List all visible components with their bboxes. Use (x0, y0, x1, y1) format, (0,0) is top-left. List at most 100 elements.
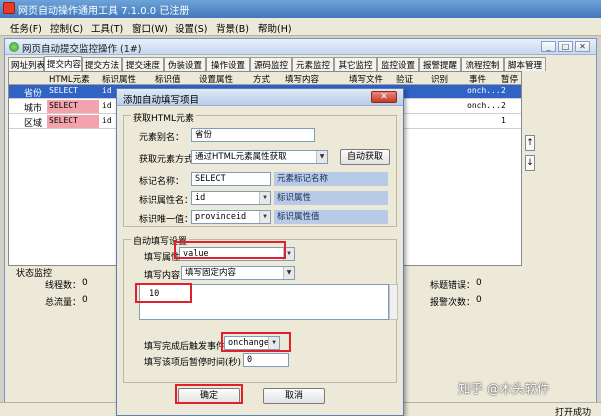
app-title: 网页自动操作通用工具 7.1.0.0 已注册 (18, 6, 190, 17)
ident-attr-hint: 标识属性 (274, 191, 388, 205)
col-recognize[interactable]: 识别 (431, 73, 448, 85)
trigger-event-value: onchange (228, 338, 269, 348)
menu-background[interactable]: 背景(B) (216, 21, 249, 35)
col-event[interactable]: 事件 (469, 73, 486, 85)
col-verify[interactable]: 验证 (396, 73, 413, 85)
cell-element: SELECT (49, 101, 78, 110)
minimize-icon[interactable]: _ (541, 41, 556, 52)
textarea-scrollbar[interactable] (389, 284, 398, 320)
tab-disguise[interactable]: 伪装设置 (164, 57, 206, 71)
trigger-event-label: 填写完成后触发事件 (144, 342, 226, 352)
tag-name-label: 标记名称： (139, 177, 185, 187)
dialog-title: 添加自动填写项目 (123, 95, 200, 106)
fill-content-textarea[interactable]: 10 (139, 284, 389, 320)
dialog-titlebar: 添加自动填写项目 (117, 89, 403, 106)
unique-value-select[interactable]: provinceid ▼ (191, 210, 271, 224)
menu-tools[interactable]: 工具(T) (91, 21, 123, 35)
unique-value-value: provinceid (195, 212, 247, 222)
alias-input[interactable]: 省份 (191, 128, 315, 142)
cell-attr: id (102, 86, 112, 95)
move-down-button[interactable]: ↓ (525, 155, 535, 171)
fill-settings-group-title: 自动填写设置 (131, 234, 190, 247)
cell-element: SELECT (49, 116, 78, 125)
tab-flow-control[interactable]: 流程控制 (461, 57, 504, 71)
ident-attr-label: 标识属性名： (139, 196, 194, 206)
cell-pause: 2 (501, 86, 506, 95)
alias-label: 元素别名： (139, 133, 185, 143)
menu-help[interactable]: 帮助(H) (258, 21, 292, 35)
add-autofill-dialog: 添加自动填写项目 ✕ 获取HTML元素 元素别名： 省份 获取元素方式 通过HT… (116, 88, 404, 416)
col-ident-attr[interactable]: 标识属性 (102, 73, 136, 85)
method-select[interactable]: 通过HTML元素属性获取 ▼ (191, 150, 328, 164)
tab-monitor-settings[interactable]: 监控设置 (377, 57, 419, 71)
col-fill-file[interactable]: 填写文件 (349, 73, 383, 85)
app-titlebar: 网页自动操作通用工具 7.1.0.0 已注册 (0, 0, 601, 18)
inner-titlebar: 网页自动提交监控操作 (1#) _ □ ✕ (5, 39, 596, 55)
move-up-button[interactable]: ↑ (525, 135, 535, 151)
col-fill-content[interactable]: 填写内容 (285, 73, 319, 85)
row-label: 城市 (24, 104, 43, 114)
tab-operation[interactable]: 操作设置 (206, 57, 250, 71)
tab-other-monitor[interactable]: 其它监控 (334, 57, 377, 71)
col-ident-value[interactable]: 标识值 (155, 73, 181, 85)
ident-attr-value: id (195, 193, 206, 203)
auto-get-button[interactable]: 自动获取 (340, 149, 390, 165)
menu-control[interactable]: 控制(C) (50, 21, 83, 35)
tab-submit-speed[interactable]: 提交速度 (122, 57, 164, 71)
tab-source-monitor[interactable]: 源码监控 (250, 57, 292, 71)
fill-attr-select[interactable]: value ▼ (179, 247, 295, 261)
chevron-down-icon: ▼ (283, 267, 294, 279)
title-error-label: 标题错误： (430, 281, 476, 291)
fill-attr-value: value (183, 249, 209, 259)
fill-content-text: 10 (149, 289, 160, 299)
dialog-close-icon[interactable]: ✕ (371, 91, 397, 103)
watermark-text: 知乎 @木头软件 (458, 381, 550, 396)
unique-value-hint: 标识属性值 (274, 210, 388, 224)
tab-submit-method[interactable]: 提交方法 (82, 57, 122, 71)
chevron-down-icon: ▼ (283, 248, 294, 260)
trigger-event-select[interactable]: onchange ▼ (224, 336, 280, 350)
col-html-element[interactable]: HTML元素 (49, 73, 90, 85)
menu-settings[interactable]: 设置(S) (175, 21, 207, 35)
cell-event: onch... (467, 101, 501, 110)
cell-element: SELECT (49, 86, 78, 95)
row-label: 区域 (24, 119, 43, 129)
tab-script[interactable]: 脚本管理 (504, 57, 546, 71)
close-icon[interactable]: ✕ (575, 41, 590, 52)
fill-content-select[interactable]: 填写固定内容 ▼ (181, 266, 295, 280)
title-error-value: 0 (476, 278, 482, 288)
traffic-value: 0 (82, 295, 88, 305)
fill-content-value: 填写固定内容 (185, 268, 237, 278)
ok-button[interactable]: 确定 (178, 388, 240, 404)
chevron-down-icon: ▼ (268, 337, 279, 349)
traffic-label: 总流量： (45, 298, 82, 308)
grid-header: HTML元素 标识属性 标识值 设置属性 方式 填写内容 填写文件 验证 识别 … (9, 72, 521, 85)
row-label: 省份 (24, 89, 43, 99)
alarm-count-value: 0 (476, 295, 482, 305)
cancel-button[interactable]: 取消 (263, 388, 325, 404)
col-method[interactable]: 方式 (253, 73, 270, 85)
cell-pause: 2 (501, 101, 506, 110)
tag-name-input[interactable]: SELECT (191, 172, 271, 186)
tab-alarm[interactable]: 报警提醒 (419, 57, 461, 71)
inner-window-title: 网页自动提交监控操作 (1#) (22, 44, 142, 55)
col-set-attr[interactable]: 设置属性 (199, 73, 233, 85)
menu-task[interactable]: 任务(F) (10, 21, 42, 35)
pause-time-input[interactable]: 0 (243, 353, 289, 367)
tab-url-list[interactable]: 网址列表 (8, 57, 45, 71)
tab-element-monitor[interactable]: 元素监控 (292, 57, 334, 71)
tag-name-hint: 元素标记名称 (274, 172, 388, 186)
tab-submit-content[interactable]: 提交内容 (44, 56, 82, 71)
get-element-group-title: 获取HTML元素 (131, 111, 197, 124)
menu-window[interactable]: 窗口(W) (132, 21, 168, 35)
method-label: 获取元素方式 (139, 155, 194, 165)
cell-attr: id (102, 101, 112, 110)
restore-icon[interactable]: □ (558, 41, 573, 52)
chevron-down-icon: ▼ (259, 192, 270, 204)
ident-attr-select[interactable]: id ▼ (191, 191, 271, 205)
col-pause[interactable]: 暂停 (501, 73, 518, 85)
cell-pause: 1 (501, 116, 506, 125)
cell-attr: id (102, 116, 112, 125)
method-select-value: 通过HTML元素属性获取 (195, 152, 287, 162)
cell-event: onch... (467, 86, 501, 95)
